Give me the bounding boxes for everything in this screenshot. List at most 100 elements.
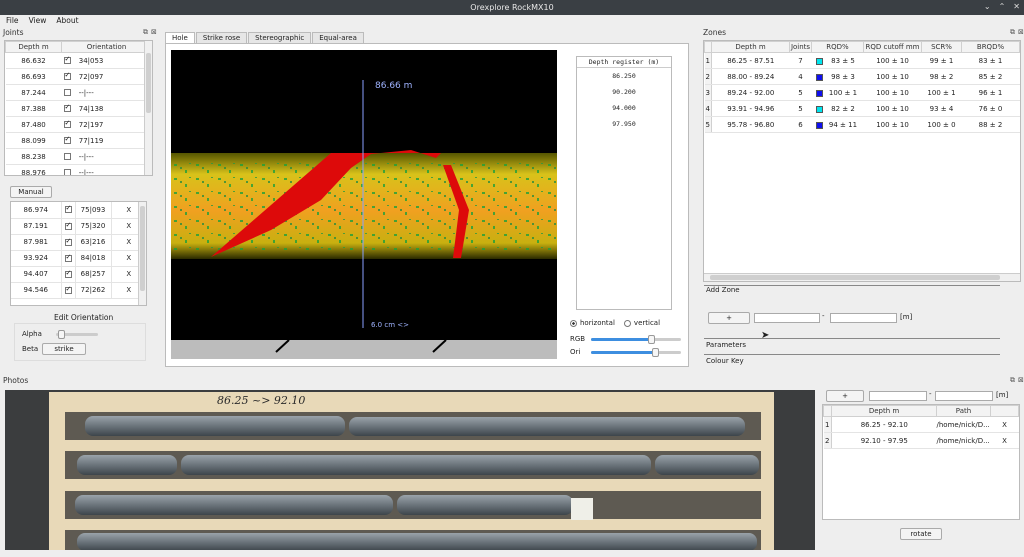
depth-register-item[interactable]: 90.200 — [577, 84, 671, 100]
table-row[interactable]: 88.238 --|--- — [5, 148, 152, 165]
zone-color-swatch[interactable] — [815, 121, 823, 129]
zone-color-swatch[interactable] — [815, 73, 823, 81]
manual-scrollbar[interactable] — [138, 202, 146, 305]
joint-checkbox[interactable] — [63, 71, 71, 80]
col-brqd[interactable]: BRQD% — [961, 41, 1020, 53]
rgb-slider-handle[interactable] — [648, 335, 656, 344]
zone-color-swatch[interactable] — [815, 105, 823, 113]
table-row[interactable]: 87.981 63|216 X — [11, 234, 146, 251]
maximize-icon[interactable]: ⌃ — [999, 2, 1006, 11]
radio-vertical[interactable] — [623, 319, 631, 327]
table-row[interactable]: 94.546 72|262 X — [11, 282, 146, 299]
col-rqd-cutoff[interactable]: RQD cutoff mm — [863, 41, 922, 53]
tab-equal-area[interactable]: Equal-area — [312, 32, 364, 43]
remove-photo-button[interactable]: X — [990, 432, 1019, 449]
radio-horizontal[interactable] — [570, 319, 577, 327]
manual-checkbox[interactable] — [64, 269, 72, 278]
ori-slider[interactable] — [591, 348, 681, 357]
manual-checkbox[interactable] — [64, 285, 72, 294]
joint-checkbox[interactable] — [63, 89, 71, 96]
float-icon[interactable]: ⧉ — [1010, 28, 1015, 37]
menu-about[interactable]: About — [56, 15, 78, 26]
rgb-slider[interactable] — [591, 335, 681, 344]
minimize-icon[interactable]: ⌄ — [984, 2, 991, 11]
table-row[interactable]: 87.388 74|138 — [5, 100, 152, 117]
photo-to-input[interactable] — [935, 391, 993, 401]
col-scr[interactable]: SCR% — [921, 41, 962, 53]
table-row[interactable]: 1 86.25 - 87.51 7 83 ± 5 100 ± 10 99 ± 1… — [704, 52, 1020, 69]
zone-from-input[interactable] — [754, 313, 820, 323]
close-icon[interactable]: ⊠ — [1018, 376, 1024, 385]
table-row[interactable]: 94.407 68|257 X — [11, 266, 146, 283]
strike-button[interactable]: strike — [42, 343, 86, 355]
add-photo-button[interactable]: + — [826, 390, 864, 402]
alpha-slider[interactable] — [56, 330, 98, 339]
col-rqd[interactable]: RQD% — [811, 41, 864, 53]
joint-checkbox[interactable] — [63, 169, 71, 175]
core-photo[interactable]: 86.25 ~> 92.10 — [5, 390, 815, 550]
table-row[interactable]: 86.632 34|053 — [5, 52, 152, 69]
col-orientation[interactable]: Orientation — [61, 41, 152, 53]
hole-image[interactable]: 86.66 m 6.0 cm <> — [171, 50, 557, 359]
remove-photo-button[interactable]: X — [990, 416, 1019, 433]
zone-color-swatch[interactable] — [815, 57, 823, 65]
table-row[interactable]: 2 88.00 - 89.24 4 98 ± 3 100 ± 10 98 ± 2… — [704, 68, 1020, 85]
table-row[interactable]: 86.974 75|093 X — [11, 202, 146, 219]
table-row[interactable]: 4 93.91 - 94.96 5 82 ± 2 100 ± 10 93 ± 4… — [704, 100, 1020, 117]
scroll-thumb[interactable] — [140, 206, 145, 291]
table-row[interactable]: 3 89.24 - 92.00 5 100 ± 1 100 ± 10 100 ±… — [704, 84, 1020, 101]
col-joints[interactable]: Joints — [789, 41, 812, 53]
zone-color-swatch[interactable] — [815, 89, 823, 97]
table-row[interactable]: 87.480 72|197 — [5, 116, 152, 133]
add-zone-button[interactable]: + — [708, 312, 750, 324]
table-row[interactable]: 88.976 --|--- — [5, 164, 152, 175]
alpha-slider-handle[interactable] — [58, 330, 65, 339]
scroll-thumb[interactable] — [710, 275, 1000, 280]
table-row[interactable]: 87.244 --|--- — [5, 84, 152, 101]
col-depth[interactable]: Depth m — [831, 405, 937, 417]
float-icon[interactable]: ⧉ — [1010, 376, 1015, 385]
joint-checkbox[interactable] — [63, 55, 71, 64]
table-row[interactable]: 87.191 75|320 X — [11, 218, 146, 235]
joint-checkbox[interactable] — [63, 119, 71, 128]
menu-file[interactable]: File — [6, 15, 19, 26]
close-icon[interactable]: ⊠ — [1018, 28, 1024, 37]
joint-checkbox[interactable] — [63, 153, 71, 160]
ori-slider-handle[interactable] — [651, 348, 659, 357]
depth-register-item[interactable]: 97.950 — [577, 116, 671, 132]
close-icon[interactable]: ⊠ — [151, 28, 157, 37]
table-row[interactable]: 88.099 77|119 — [5, 132, 152, 149]
parameters-label[interactable]: Parameters — [706, 341, 746, 349]
col-path[interactable]: Path — [936, 405, 991, 417]
rotate-button[interactable]: rotate — [900, 528, 942, 540]
depth-register-item[interactable]: 94.000 — [577, 100, 671, 116]
tab-stereographic[interactable]: Stereographic — [248, 32, 312, 43]
scroll-thumb[interactable] — [146, 53, 151, 113]
manual-checkbox[interactable] — [64, 237, 72, 246]
manual-checkbox[interactable] — [64, 253, 72, 262]
joints-scrollbar[interactable] — [144, 41, 152, 175]
table-row[interactable]: 93.924 84|018 X — [11, 250, 146, 267]
zones-hscrollbar[interactable] — [704, 273, 1020, 281]
photo-from-input[interactable] — [869, 391, 927, 401]
menu-view[interactable]: View — [29, 15, 47, 26]
manual-checkbox[interactable] — [64, 221, 72, 230]
joint-checkbox[interactable] — [63, 103, 71, 112]
zone-to-input[interactable] — [830, 313, 897, 323]
col-depth[interactable]: Depth m — [711, 41, 790, 53]
colour-key-label[interactable]: Colour Key — [706, 357, 744, 365]
table-row[interactable]: 1 86.25 - 92.10 /home/nick/D... X — [823, 416, 1019, 433]
float-icon[interactable]: ⧉ — [143, 28, 148, 37]
table-row[interactable]: 86.693 72|097 — [5, 68, 152, 85]
tab-hole[interactable]: Hole — [165, 32, 195, 43]
joint-checkbox[interactable] — [63, 135, 71, 144]
tab-strike-rose[interactable]: Strike rose — [195, 32, 248, 43]
depth-register-item[interactable]: 86.250 — [577, 68, 671, 84]
table-row[interactable]: 5 95.78 - 96.80 6 94 ± 11 100 ± 10 100 ±… — [704, 116, 1020, 133]
add-zone-label[interactable]: Add Zone — [706, 286, 740, 294]
close-window-icon[interactable]: ✕ — [1013, 2, 1020, 11]
manual-button[interactable]: Manual — [10, 186, 52, 198]
col-depth[interactable]: Depth m — [5, 41, 62, 53]
manual-checkbox[interactable] — [64, 204, 72, 214]
table-row[interactable]: 2 92.10 - 97.95 /home/nick/D... X — [823, 432, 1019, 449]
